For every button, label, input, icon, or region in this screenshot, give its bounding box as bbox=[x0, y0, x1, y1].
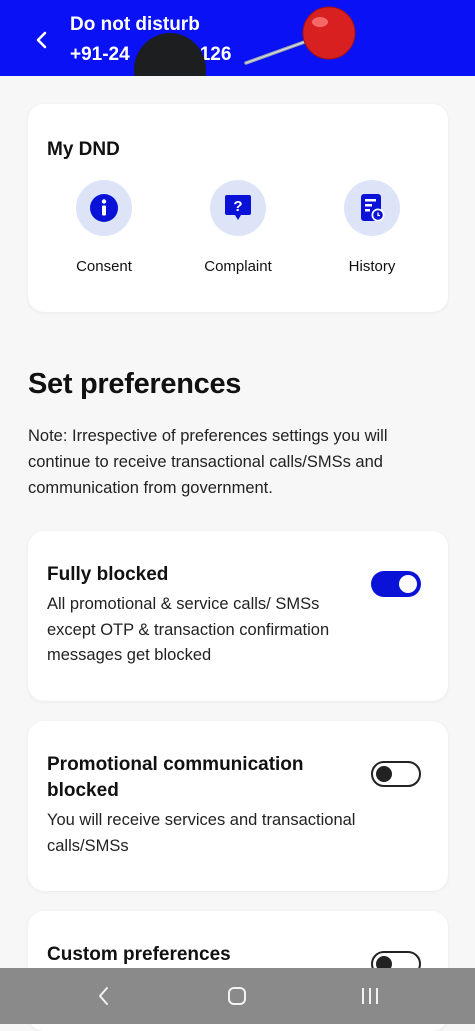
app-header: Do not disturb +91-24 126 bbox=[0, 0, 475, 76]
promotional-blocked-title: Promotional communication blocked bbox=[47, 754, 304, 801]
my-dnd-card: My DND Consent ? Complaint History bbox=[28, 104, 448, 312]
back-button[interactable] bbox=[26, 24, 58, 56]
complaint-button[interactable]: ? Complaint bbox=[183, 180, 293, 275]
complaint-icon-circle: ? bbox=[210, 180, 266, 236]
nav-home-button[interactable] bbox=[217, 982, 257, 1010]
consent-icon-circle bbox=[76, 180, 132, 236]
fully-blocked-description: All promotional & service calls/ SMSs ex… bbox=[47, 595, 330, 664]
promotional-blocked-description: You will receive services and transactio… bbox=[47, 811, 356, 855]
history-button[interactable]: History bbox=[317, 180, 427, 275]
promotional-blocked-card: Promotional communication blocked You wi… bbox=[28, 721, 448, 891]
set-preferences-heading: Set preferences bbox=[28, 368, 242, 400]
back-nav-icon bbox=[99, 987, 108, 1005]
nav-recents-button[interactable] bbox=[350, 982, 390, 1010]
phone-number-prefix: +91-24 bbox=[70, 44, 130, 65]
fully-blocked-card: Fully blocked All promotional & service … bbox=[28, 531, 448, 701]
custom-preferences-title: Custom preferences bbox=[47, 944, 231, 965]
system-navigation-bar bbox=[0, 968, 475, 1024]
toggle-knob bbox=[399, 575, 417, 593]
history-icon-circle bbox=[344, 180, 400, 236]
page-title: Do not disturb bbox=[70, 14, 200, 35]
pushpin-icon bbox=[244, 6, 356, 65]
preferences-note: Note: Irrespective of preferences settin… bbox=[28, 427, 388, 497]
consent-button[interactable]: Consent bbox=[49, 180, 159, 275]
history-document-icon bbox=[361, 194, 385, 222]
consent-label: Consent bbox=[76, 258, 132, 275]
toggle-knob bbox=[376, 766, 392, 782]
nav-back-button[interactable] bbox=[84, 982, 124, 1010]
chevron-left-icon bbox=[36, 31, 47, 49]
recents-nav-icon bbox=[362, 988, 378, 1004]
promotional-blocked-toggle[interactable] bbox=[371, 761, 421, 787]
svg-text:?: ? bbox=[233, 198, 242, 215]
my-dnd-title: My DND bbox=[47, 139, 120, 160]
fully-blocked-toggle[interactable] bbox=[371, 571, 421, 597]
fully-blocked-title: Fully blocked bbox=[47, 564, 169, 585]
history-label: History bbox=[348, 258, 396, 275]
complaint-label: Complaint bbox=[204, 258, 272, 275]
main-content: My DND Consent ? Complaint History Set p… bbox=[0, 76, 475, 1031]
info-icon bbox=[90, 194, 118, 222]
question-chat-icon: ? bbox=[225, 195, 251, 220]
home-nav-icon bbox=[228, 987, 246, 1005]
